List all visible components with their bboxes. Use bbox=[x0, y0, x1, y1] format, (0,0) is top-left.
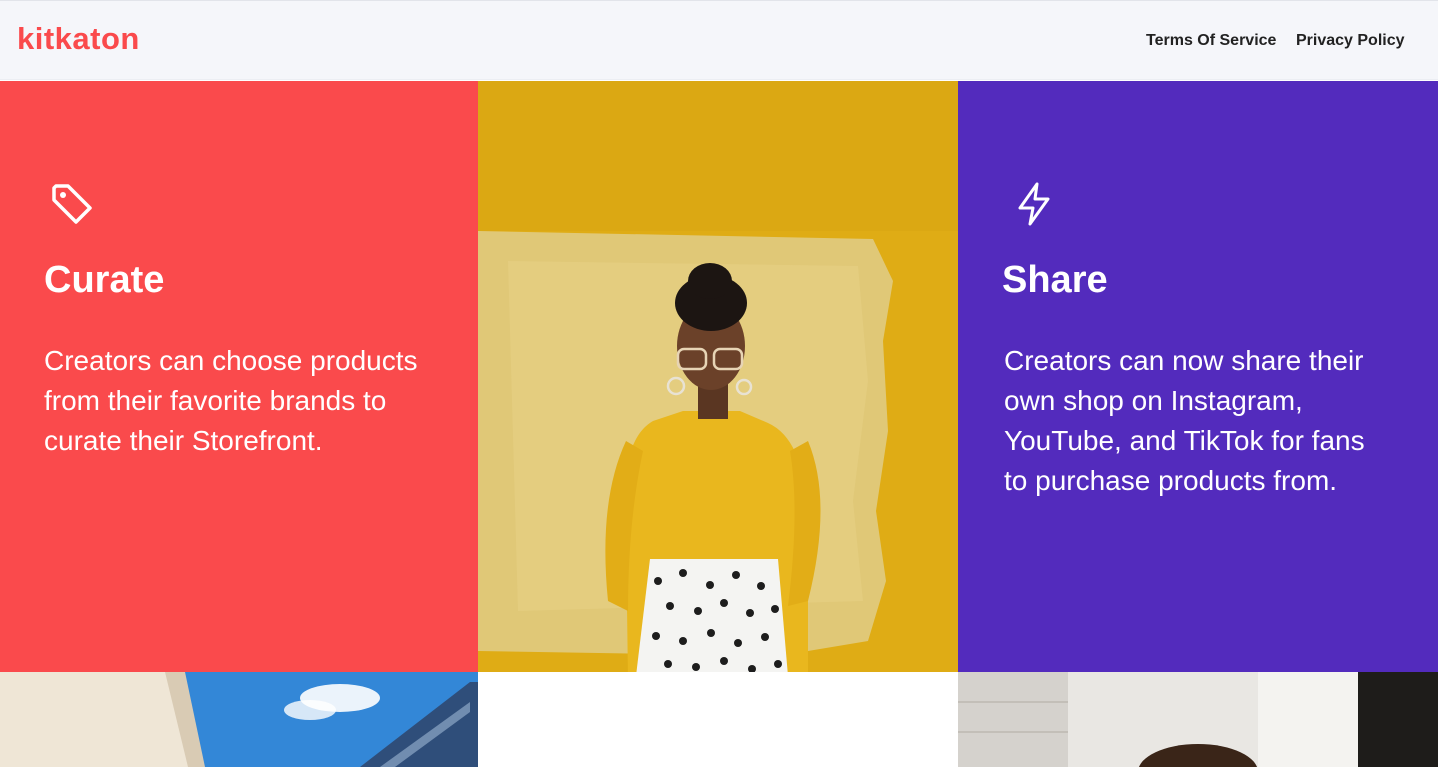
share-feature-tile: Share Creators can now share their own s… bbox=[958, 81, 1438, 672]
portrait-illustration bbox=[958, 672, 1438, 767]
building-sky-illustration bbox=[0, 672, 478, 767]
tag-icon bbox=[52, 184, 92, 224]
curate-feature-tile: Curate Creators can choose products from… bbox=[0, 81, 478, 672]
creator-photo-illustration bbox=[478, 81, 958, 672]
lightning-icon bbox=[1018, 182, 1050, 226]
privacy-policy-link[interactable]: Privacy Policy bbox=[1296, 32, 1405, 50]
brand-logo[interactable]: kitkaton bbox=[17, 21, 140, 57]
blank-tile bbox=[478, 672, 958, 767]
terms-of-service-link[interactable]: Terms Of Service bbox=[1146, 32, 1276, 50]
curate-title: Curate bbox=[44, 259, 165, 301]
curate-description: Creators can choose products from their … bbox=[44, 345, 418, 456]
share-title: Share bbox=[1002, 259, 1108, 301]
building-sky-photo bbox=[0, 672, 478, 767]
top-navigation-bar: kitkaton Terms Of Service Privacy Policy bbox=[0, 0, 1438, 80]
share-description: Creators can now share their own shop on… bbox=[1004, 345, 1365, 496]
creator-photo bbox=[478, 81, 958, 672]
person-portrait-photo bbox=[958, 672, 1438, 767]
